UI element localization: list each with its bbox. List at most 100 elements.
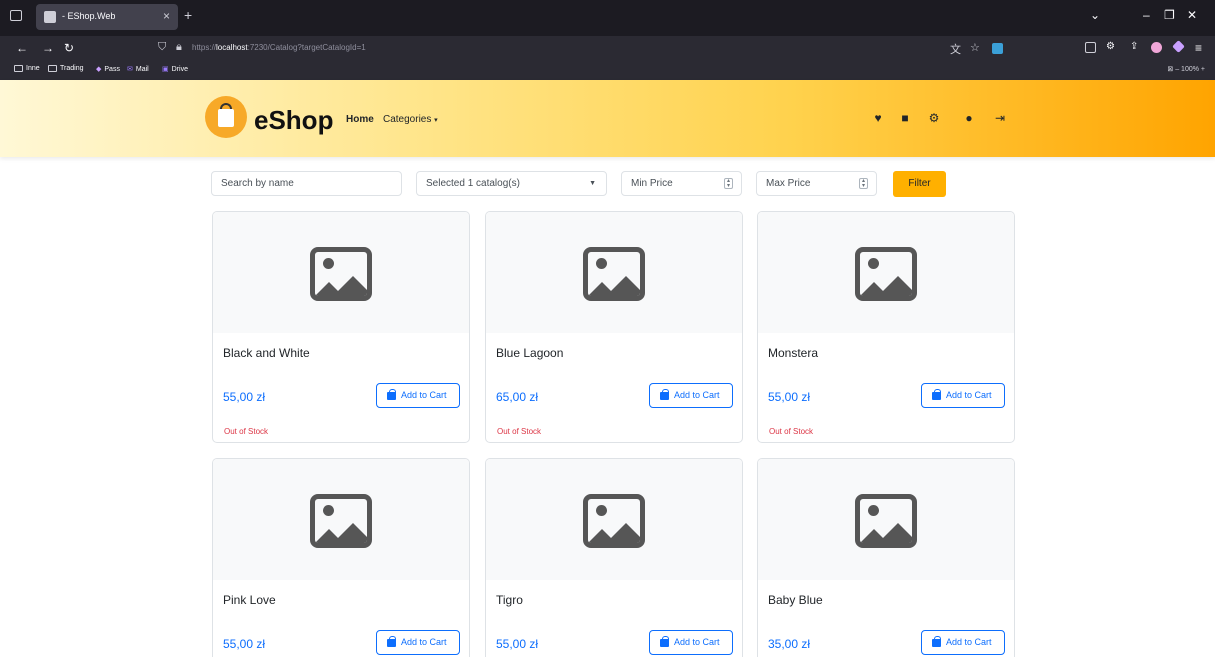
extension-icon[interactable] [1172,40,1185,53]
add-to-cart-button[interactable]: Add to Cart [921,630,1005,655]
new-tab-button[interactable]: + [184,7,192,23]
add-to-cart-button[interactable]: Add to Cart [649,630,733,655]
product-image[interactable] [486,459,742,580]
tab-bar: - EShop.Web × + ⌄ – ❐ ✕ [0,0,1215,36]
search-placeholder: Search by name [221,178,294,189]
product-card: Tigro 55,00 zł Add to Cart [485,458,743,657]
gear-icon[interactable]: ⚙ [1106,41,1115,52]
folder-icon [48,65,57,72]
out-of-stock-label: Out of Stock [497,427,542,436]
bag-icon [387,636,396,647]
star-icon[interactable]: ☆ [970,41,980,54]
image-placeholder-icon [583,247,645,301]
sidebar-icon[interactable] [1085,42,1096,53]
bookmark-drive[interactable]: ▣ Drive [162,65,188,74]
product-price: 35,00 zł [768,637,811,651]
heart-icon[interactable]: ♥ [871,111,885,125]
bookmark-mail[interactable]: ✉ Mail [127,65,149,74]
product-card: Monstera 55,00 zł Add to Cart Out of Sto… [757,211,1015,443]
bag-icon[interactable]: ■ [898,111,912,125]
add-to-cart-button[interactable]: Add to Cart [921,383,1005,408]
product-name[interactable]: Monstera [768,346,818,360]
diamond-icon: ◆ [96,66,102,73]
image-placeholder-icon [855,494,917,548]
lock-icon[interactable]: 🔒︎ [176,41,182,54]
product-image[interactable] [758,212,1014,333]
image-placeholder-icon [855,247,917,301]
folder-icon [14,65,23,72]
spinner-icon[interactable]: ▴ ▾ [724,178,733,189]
product-image[interactable] [758,459,1014,580]
bookmarks-toolbar: Inne Trading ◆ Pass ✉ Mail ▣ Drive ⊠ – 100%… [0,61,1215,80]
image-placeholder-icon [583,494,645,548]
nav-categories[interactable]: Categories ▾ [383,114,438,125]
address-bar[interactable]: ⛉ 🔒︎ https://localhost:7230/Catalog?targ… [150,39,1010,58]
maximize-icon[interactable]: ❐ [1164,8,1175,22]
translate-icon[interactable]: 文 [950,41,961,57]
url-text[interactable]: https://localhost:7230/Catalog?targetCat… [192,43,366,52]
min-price-placeholder: Min Price [631,178,673,189]
reload-icon[interactable]: ↻ [64,41,74,55]
window-close-icon[interactable]: ✕ [1187,8,1197,22]
minimize-icon[interactable]: – [1143,8,1150,22]
bookmark-trading[interactable]: Trading [48,65,83,72]
filter-button[interactable]: Filter [893,171,946,197]
bookmark-inne[interactable]: Inne [14,65,40,72]
close-icon[interactable]: × [163,9,170,23]
product-image[interactable] [213,212,469,333]
spinner-icon[interactable]: ▴ ▾ [859,178,868,189]
bag-icon [932,389,941,400]
chevron-down-icon: ▾ [434,117,438,124]
extension-icon[interactable] [992,43,1003,54]
shield-icon[interactable]: ⛉ [158,41,166,54]
back-icon[interactable]: ← [16,41,28,55]
product-card: Pink Love 55,00 zł Add to Cart [212,458,470,657]
forward-icon[interactable]: → [42,41,54,55]
brand-name[interactable]: eShop [254,105,333,136]
product-name[interactable]: Black and White [223,346,310,360]
bag-icon [932,636,941,647]
add-to-cart-button[interactable]: Add to Cart [376,383,460,408]
out-of-stock-label: Out of Stock [224,427,269,436]
chevron-down-icon: ▼ [589,180,596,187]
catalog-select[interactable]: Selected 1 catalog(s) ▼ [416,171,607,196]
bag-icon [660,636,669,647]
tab-list-icon[interactable] [10,10,22,21]
logout-icon[interactable]: ⇥ [993,111,1007,125]
tab-eshop[interactable]: - EShop.Web × [36,4,178,30]
product-price: 65,00 zł [496,390,539,404]
zoom-level[interactable]: ⊠ – 100% + [1167,65,1205,73]
browser-chrome: - EShop.Web × + ⌄ – ❐ ✕ ← → ↻ ⛉ 🔒︎ https… [0,0,1215,80]
product-name[interactable]: Baby Blue [768,593,823,607]
gear-icon[interactable]: ⚙ [927,111,941,125]
max-price-input[interactable]: Max Price ▴ ▾ [756,171,877,196]
product-name[interactable]: Pink Love [223,593,276,607]
bookmark-pass[interactable]: ◆ Pass [96,65,120,74]
profile-icon[interactable] [1151,42,1162,53]
min-price-input[interactable]: Min Price ▴ ▾ [621,171,742,196]
product-card: Blue Lagoon 65,00 zł Add to Cart Out of … [485,211,743,443]
share-icon[interactable]: ⇪ [1130,41,1138,52]
product-image[interactable] [213,459,469,580]
bag-icon [660,389,669,400]
product-price: 55,00 zł [223,637,266,651]
drive-icon: ▣ [162,66,169,73]
product-name[interactable]: Blue Lagoon [496,346,563,360]
user-icon[interactable]: ● [962,111,976,125]
nav-home[interactable]: Home [346,114,374,125]
image-placeholder-icon [310,247,372,301]
chevron-down-icon[interactable]: ⌄ [1090,8,1100,22]
page-icon [44,11,56,23]
search-input[interactable]: Search by name [211,171,402,196]
product-name[interactable]: Tigro [496,593,523,607]
product-price: 55,00 zł [768,390,811,404]
product-image[interactable] [486,212,742,333]
add-to-cart-button[interactable]: Add to Cart [376,630,460,655]
catalog-select-value: Selected 1 catalog(s) [426,178,520,189]
product-price: 55,00 zł [223,390,266,404]
add-to-cart-button[interactable]: Add to Cart [649,383,733,408]
logo-icon[interactable] [205,96,247,138]
product-card: Baby Blue 35,00 zł Add to Cart [757,458,1015,657]
product-price: 55,00 zł [496,637,539,651]
menu-icon[interactable]: ≡ [1195,41,1202,55]
